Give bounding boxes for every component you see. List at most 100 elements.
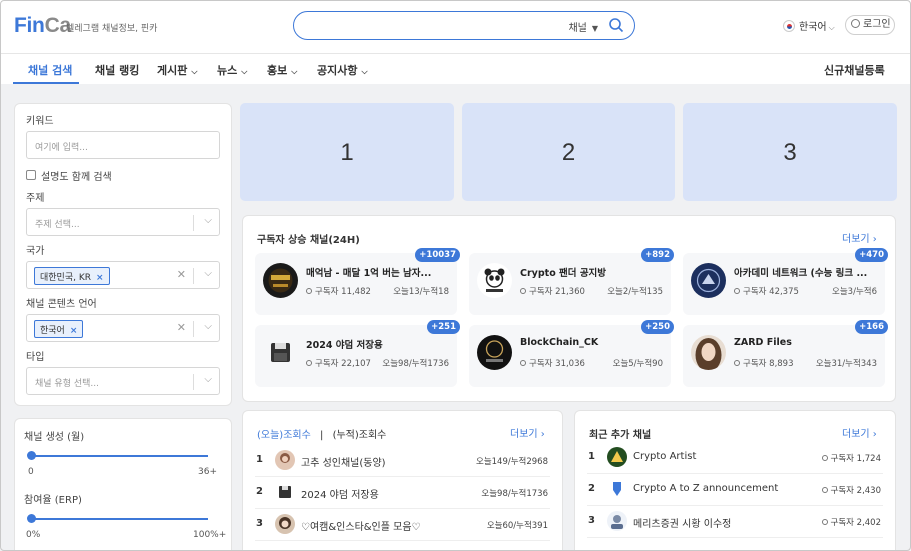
tagline: 텔레그램 채널정보, 핀카 <box>66 24 158 34</box>
banner-slot-2[interactable]: 2 <box>462 103 675 201</box>
nav-board[interactable]: 게시판 ⌵ <box>157 62 197 78</box>
chevron-down-icon: ⌵ <box>204 215 212 226</box>
chevron-down-icon: ⌵ <box>204 268 212 279</box>
content-language-label: 채널 콘텐츠 언어 <box>26 299 97 310</box>
views-ranking-panel: (오늘)조회수 | (누적)조회수 더보기 › 1 고추 성인채널(동양) 오늘… <box>242 410 563 551</box>
chevron-down-icon: ⌵ <box>204 321 212 332</box>
login-button[interactable]: 로그인 <box>845 15 895 35</box>
rising-channel-card[interactable]: +470 아카데미 네트워크 (수능 링크 ... 구독자 42,375 오늘3… <box>683 248 888 315</box>
view-count: 오늘3/누적6 <box>832 287 877 297</box>
search-scope-select[interactable]: 채널 ▼ <box>568 19 598 34</box>
tab-today-views[interactable]: (오늘)조회수 <box>257 430 311 441</box>
caret-down-icon: ▼ <box>591 24 598 33</box>
erp-label: 참여율 (ERP) <box>24 495 82 506</box>
channel-avatar <box>607 511 627 531</box>
list-item[interactable]: 2 Crypto A to Z announcement 구독자 2,430 <box>575 474 895 506</box>
remove-tag-icon[interactable]: × <box>70 326 78 336</box>
logo[interactable]: FinCa <box>14 14 71 38</box>
country-label: 국가 <box>26 246 45 257</box>
subscriber-count: 구독자 22,107 <box>306 357 371 369</box>
clear-icon[interactable]: ✕ <box>177 268 186 281</box>
views-tabs: (오늘)조회수 | (누적)조회수 <box>257 430 387 441</box>
content-language-select[interactable]: 한국어 × ✕ ⌵ <box>26 314 220 342</box>
language-tag[interactable]: 한국어 × <box>34 320 84 338</box>
language-selector[interactable]: 한국어 ⌵ <box>783 18 835 33</box>
erp-slider-handle[interactable] <box>27 514 36 523</box>
recent-more-link[interactable]: 더보기 › <box>842 425 877 440</box>
subscriber-count: 구독자 42,375 <box>734 285 799 297</box>
korea-flag-icon <box>783 20 795 32</box>
channel-avatar <box>275 450 295 470</box>
country-tag[interactable]: 대한민국, KR × <box>34 267 110 285</box>
chevron-down-icon: ⌵ <box>241 67 248 76</box>
register-channel-link[interactable]: 신규채널등록 <box>824 62 885 78</box>
list-item[interactable]: 3 ♡여캠&인스타&인플 모음♡ 오늘60/누적391 <box>243 509 562 541</box>
rising-channel-card[interactable]: +166 ZARD Files 구독자 8,893 오늘31/누적343 <box>683 320 888 387</box>
subscriber-count: 구독자 8,893 <box>734 357 794 369</box>
age-max-value: 36+ <box>198 467 217 477</box>
channel-name: 매억남 - 매달 1억 버는 남자... <box>306 268 432 279</box>
rising-title: 구독자 상승 채널(24H) <box>257 235 360 246</box>
search-icon[interactable] <box>608 17 624 36</box>
growth-badge: +10037 <box>415 248 460 262</box>
channel-name: Crypto 팬더 공지방 <box>520 268 607 279</box>
user-icon <box>821 519 828 525</box>
chevron-down-icon: ⌵ <box>828 23 835 32</box>
growth-badge: +250 <box>641 320 674 334</box>
banner-slot-3[interactable]: 3 <box>683 103 897 201</box>
channel-avatar <box>691 335 726 370</box>
rising-channel-card[interactable]: +10037 매억남 - 매달 1억 버는 남자... 구독자 11,482 오… <box>255 248 460 315</box>
user-icon <box>851 19 860 28</box>
channel-age-slider-handle[interactable] <box>27 451 36 460</box>
views-more-link[interactable]: 더보기 › <box>510 425 545 440</box>
rising-channel-card[interactable]: +250 BlockChain_CK 구독자 31,036 오늘5/누적90 <box>469 320 674 387</box>
channel-name: 아카데미 네트워크 (수능 링크 ... <box>734 268 868 279</box>
list-item[interactable]: 1 Crypto Artist 구독자 1,724 <box>575 442 895 474</box>
topic-select[interactable]: 주제 선택... ⌵ <box>26 208 220 236</box>
view-count: 오늘98/누적1736 <box>382 359 449 369</box>
channel-avatar <box>275 482 295 502</box>
list-item[interactable]: 3 메리츠증권 시황 이수정 구독자 2,402 <box>575 506 895 538</box>
age-min-value: 0 <box>28 467 34 477</box>
channel-age-slider-track[interactable] <box>28 455 208 457</box>
channel-avatar <box>477 335 512 370</box>
channel-avatar <box>263 335 298 370</box>
nav-notice[interactable]: 공지사항 ⌵ <box>317 62 368 78</box>
filter-panel: 키워드 여기에 입력... 설명도 함께 검색 주제 주제 선택... ⌵ 국가 … <box>14 103 232 406</box>
growth-badge: +166 <box>855 320 888 334</box>
channel-avatar <box>275 514 295 534</box>
type-select[interactable]: 채널 유형 선택... ⌵ <box>26 367 220 395</box>
channel-avatar <box>477 263 512 298</box>
tab-total-views[interactable]: (누적)조회수 <box>333 430 387 441</box>
list-item[interactable]: 1 고추 성인채널(동양) 오늘149/누적2968 <box>243 445 562 477</box>
channel-avatar <box>607 479 627 499</box>
rising-channel-card[interactable]: +251 2024 야덤 저장용 구독자 22,107 오늘98/누적1736 <box>255 320 460 387</box>
channel-name: ZARD Files <box>734 337 792 348</box>
keyword-input[interactable]: 여기에 입력... <box>26 131 220 159</box>
active-tab-indicator <box>13 82 79 84</box>
nav-channel-search[interactable]: 채널 검색 <box>28 62 72 78</box>
nav-promo[interactable]: 홍보 ⌵ <box>267 62 297 78</box>
nav-channel-ranking[interactable]: 채널 랭킹 <box>95 62 139 78</box>
nav-news[interactable]: 뉴스 ⌵ <box>217 62 247 78</box>
chevron-down-icon: ⌵ <box>291 67 298 76</box>
chevron-down-icon: ⌵ <box>361 67 368 76</box>
clear-icon[interactable]: ✕ <box>177 321 186 334</box>
remove-tag-icon[interactable]: × <box>96 273 104 283</box>
subscriber-count: 구독자 31,036 <box>520 357 585 369</box>
channel-avatar <box>607 447 627 467</box>
banner-slot-1[interactable]: 1 <box>240 103 454 201</box>
view-count: 오늘2/누적135 <box>607 287 663 297</box>
search-input[interactable]: 채널 ▼ <box>293 11 635 40</box>
desc-checkbox[interactable] <box>26 170 36 180</box>
rising-channel-card[interactable]: +892 Crypto 팬더 공지방 구독자 21,360 오늘2/누적135 <box>469 248 674 315</box>
list-item[interactable]: 2 2024 야덤 저장용 오늘98/누적1736 <box>243 477 562 509</box>
rising-more-link[interactable]: 더보기 › <box>842 230 877 245</box>
country-select[interactable]: 대한민국, KR × ✕ ⌵ <box>26 261 220 289</box>
growth-badge: +892 <box>641 248 674 262</box>
desc-checkbox-label[interactable]: 설명도 함께 검색 <box>41 168 112 183</box>
chevron-down-icon: ⌵ <box>204 374 212 385</box>
header: FinCa 텔레그램 채널정보, 핀카 채널 ▼ 한국어 ⌵ 로그인 <box>0 0 911 53</box>
erp-slider-track[interactable] <box>28 518 208 520</box>
channel-name: BlockChain_CK <box>520 337 599 348</box>
